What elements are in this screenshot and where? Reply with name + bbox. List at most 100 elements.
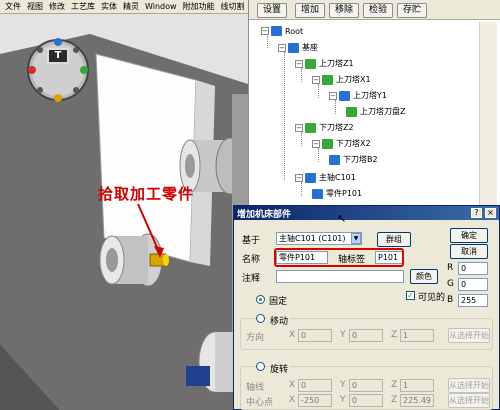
group-button[interactable]: 群组 [377, 232, 411, 247]
menu-wire-edm[interactable]: 线切割 [218, 0, 248, 13]
direction-x-field[interactable]: 0 [298, 329, 332, 342]
machine-tree-panel: 设置 增加 移除 检验 存贮 − Root − 基座 − 上刀塔Z1 − 上刀塔… [248, 0, 500, 207]
axis-icon [329, 154, 340, 165]
z-label: Z [391, 330, 398, 340]
center-z-field[interactable]: 225.49 [400, 394, 434, 407]
collapse-icon[interactable]: − [278, 43, 286, 52]
menu-bar: 文件 视图 修改 工艺库 实体 精灵 Window 附加功能 线切割 说明 [0, 0, 267, 14]
collapse-icon[interactable]: − [329, 91, 337, 100]
close-icon[interactable]: × [485, 208, 496, 218]
navigator-center-button[interactable]: T [47, 48, 69, 64]
menu-addons[interactable]: 附加功能 [180, 0, 218, 13]
tree-node-upper-turret-x1[interactable]: − 上刀塔X1 [312, 74, 372, 85]
tree-node-label: 零件P101 [326, 189, 363, 198]
tree-node-part-p101[interactable]: 零件P101 [312, 188, 363, 199]
add-button[interactable]: 增加 [295, 3, 325, 18]
direction-y-field[interactable]: 0 [349, 329, 383, 342]
base-label: 基于 [242, 236, 261, 246]
tree-scrollbar[interactable] [479, 22, 497, 207]
tree-node-upper-turret-disc[interactable]: 上刀塔刀盘Z [346, 106, 406, 117]
settings-button[interactable]: 设置 [257, 3, 287, 18]
tree-node-lower-turret-z2[interactable]: − 下刀塔Z2 [295, 122, 355, 133]
axis-x-field[interactable]: 0 [298, 379, 332, 392]
collapse-icon[interactable]: − [295, 59, 303, 68]
tree-node-label: 上刀塔刀盘Z [360, 107, 406, 116]
dialog-title: 增加机床部件 [237, 210, 292, 220]
tree-node-root[interactable]: − Root [261, 26, 304, 36]
note-field[interactable] [276, 270, 404, 283]
direction-select-button[interactable]: 从选择开始 [448, 328, 490, 343]
axis-icon [305, 172, 316, 183]
tree-node-upper-turret-z1[interactable]: − 上刀塔Z1 [295, 58, 355, 69]
check-button[interactable]: 检验 [363, 3, 393, 18]
g-label: G [447, 279, 454, 289]
axis-icon [346, 106, 357, 117]
tree-node-upper-turret-y1[interactable]: − 上刀塔Y1 [329, 90, 388, 101]
fixed-radio[interactable] [256, 295, 265, 304]
visible-checkbox[interactable]: ✓ [406, 291, 415, 300]
r-field[interactable]: 0 [458, 262, 488, 275]
tree-node-label: 上刀塔Y1 [353, 91, 387, 100]
axis-y-field[interactable]: 0 [349, 379, 383, 392]
menu-process-library[interactable]: 工艺库 [68, 0, 98, 13]
x-label: X [289, 330, 296, 340]
x-label: X [289, 380, 296, 390]
b-label: B [447, 295, 454, 305]
color-button[interactable]: 颜色 [410, 269, 438, 284]
dialog-titlebar[interactable]: 增加机床部件 ? × [234, 206, 499, 220]
base-select[interactable]: 主轴C101 (C101) [276, 232, 362, 245]
remove-button[interactable]: 移除 [329, 3, 359, 18]
menu-wizard[interactable]: 精灵 [120, 0, 142, 13]
chevron-down-icon[interactable]: ▼ [351, 233, 361, 244]
3d-viewport[interactable]: T 拾取加工零件 [0, 14, 248, 410]
collapse-icon[interactable]: − [312, 75, 320, 84]
axis-icon [305, 122, 316, 133]
help-icon[interactable]: ? [471, 208, 482, 218]
menu-view[interactable]: 视图 [24, 0, 46, 13]
fixed-label: 固定 [269, 297, 288, 307]
machine-tree[interactable]: − Root − 基座 − 上刀塔Z1 − 上刀塔X1 − 上刀塔Y1 上刀塔刀… [251, 22, 476, 207]
visible-label: 可见的 [418, 293, 446, 303]
rotate-label: 旋转 [268, 362, 291, 375]
tree-node-base[interactable]: − 基座 [278, 42, 319, 53]
tree-node-label: 基座 [302, 43, 318, 52]
axis-label: 轴线 [246, 383, 265, 393]
axis-icon [322, 74, 333, 85]
direction-z-field[interactable]: 1 [400, 329, 434, 342]
part-icon [312, 188, 323, 199]
center-x-field[interactable]: -250 [298, 394, 332, 407]
menu-window[interactable]: Window [142, 0, 180, 13]
r-label: R [447, 263, 454, 273]
menu-modify[interactable]: 修改 [46, 0, 68, 13]
collapse-icon[interactable]: − [295, 123, 303, 132]
name-label: 名称 [242, 255, 261, 265]
collapse-icon[interactable]: − [261, 27, 269, 35]
menu-solid[interactable]: 实体 [98, 0, 120, 13]
tree-node-label: 下刀塔X2 [336, 139, 371, 148]
collapse-icon[interactable]: − [295, 173, 303, 182]
center-y-field[interactable]: 0 [349, 394, 383, 407]
tree-node-lower-turret-b2[interactable]: 下刀塔B2 [329, 154, 379, 165]
y-label: Y [340, 395, 346, 405]
rotate-radio[interactable] [256, 362, 265, 371]
machine-icon [271, 26, 282, 36]
tree-node-label: Root [285, 26, 304, 36]
axis-z-field[interactable]: 1 [400, 379, 434, 392]
center-select-button[interactable]: 从选择开始 [448, 393, 490, 408]
pick-part-annotation: 拾取加工零件 [98, 185, 195, 203]
menu-file[interactable]: 文件 [2, 0, 24, 13]
z-label: Z [391, 380, 398, 390]
axis-select-button[interactable]: 从选择开始 [448, 378, 490, 393]
y-label: Y [340, 330, 346, 340]
z-label: Z [391, 395, 398, 405]
move-radio[interactable] [256, 314, 265, 323]
save-button[interactable]: 存贮 [397, 3, 427, 18]
tree-node-label: 下刀塔B2 [343, 155, 378, 164]
tree-node-lower-turret-x2[interactable]: − 下刀塔X2 [312, 138, 372, 149]
g-field[interactable]: 0 [458, 278, 488, 291]
cancel-button[interactable]: 取消 [450, 244, 488, 259]
tree-node-spindle-c101[interactable]: − 主轴C101 [295, 172, 357, 183]
collapse-icon[interactable]: − [312, 139, 320, 148]
b-field[interactable]: 255 [458, 294, 488, 307]
ok-button[interactable]: 确定 [450, 228, 488, 243]
